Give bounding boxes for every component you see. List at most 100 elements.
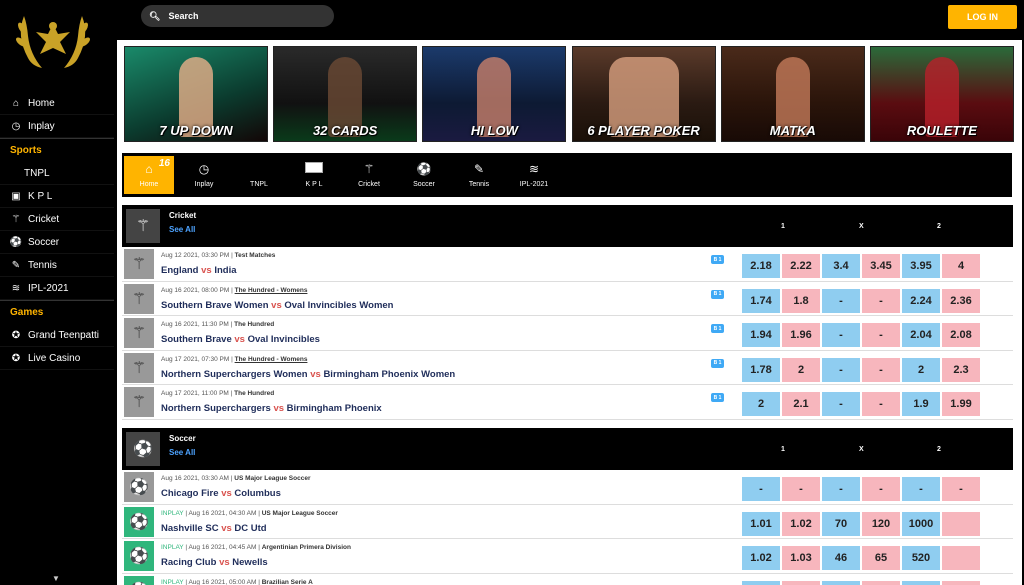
sidebar-item-ipl[interactable]: ≋ IPL-2021	[0, 277, 114, 300]
back-odds-button[interactable]: -	[902, 477, 940, 501]
tab-tnpl[interactable]: TNPL	[232, 153, 286, 197]
table-row[interactable]: ⚽ Aug 16 2021, 03:30 AM | US Major League…	[122, 470, 1013, 505]
table-row[interactable]: ⚽ INPLAY | Aug 16 2021, 04:45 AM | Argent…	[122, 539, 1013, 574]
league-link[interactable]: Brazilian Serie A	[262, 579, 313, 585]
lay-odds-button[interactable]: 4	[942, 254, 980, 278]
back-odds-button[interactable]: -	[822, 392, 860, 416]
back-odds-button[interactable]: 1.74	[742, 288, 780, 313]
match-teams[interactable]: Racing Club vs Newells	[161, 557, 268, 568]
lay-odds-button[interactable]: -	[862, 323, 900, 347]
banner-roulette[interactable]: ROULETTE	[869, 46, 1014, 142]
back-odds-button[interactable]: 3.4	[822, 254, 860, 278]
lay-odds-button[interactable]: -	[782, 477, 820, 501]
back-odds-button[interactable]: 2.04	[902, 323, 940, 347]
sidebar-item-kpl[interactable]: ▣ K P L	[0, 185, 114, 208]
back-odds-button[interactable]: 46	[822, 546, 860, 570]
banner-6-player-poker[interactable]: 6 PLAYER POKER	[571, 46, 716, 142]
back-odds-button[interactable]: -	[742, 477, 780, 501]
league-link[interactable]: The Hundred - Womens	[235, 287, 308, 294]
tab-kpl[interactable]: K P L	[287, 153, 341, 197]
back-odds-button[interactable]: 2.24	[902, 288, 940, 313]
back-odds-button[interactable]: 2	[902, 357, 940, 382]
sidebar-item-tennis[interactable]: ✎ Tennis	[0, 254, 114, 277]
see-all-link[interactable]: See All	[169, 448, 195, 457]
back-odds-button[interactable]: -	[822, 323, 860, 347]
table-row[interactable]: ⚽ INPLAY | Aug 16 2021, 05:00 AM | Brazil…	[122, 573, 1013, 585]
table-row[interactable]: ⚚ Aug 12 2021, 03:30 PM | Test Matches Eng…	[122, 247, 1013, 282]
lay-odds-button[interactable]: -	[942, 477, 980, 501]
table-row[interactable]: ⚚ Aug 16 2021, 08:00 PM | The Hundred - W…	[122, 281, 1013, 316]
lay-odds-button[interactable]: 2.36	[942, 288, 980, 313]
eagle-laurel-logo[interactable]	[12, 6, 94, 74]
lay-odds-button[interactable]	[862, 580, 900, 585]
back-odds-button[interactable]: 2	[742, 392, 780, 416]
tab-home[interactable]: 16 ⌂ Home	[124, 156, 174, 194]
sidebar-item-tnpl[interactable]: TNPL	[0, 162, 114, 185]
lay-odds-button[interactable]: 2.1	[782, 392, 820, 416]
league-link[interactable]: The Hundred - Womens	[235, 356, 308, 363]
back-odds-button[interactable]: 520	[902, 546, 940, 570]
match-teams[interactable]: Northern Superchargers Women vs Birmingh…	[161, 369, 455, 380]
back-odds-button[interactable]	[902, 580, 940, 585]
table-row[interactable]: ⚚ Aug 17 2021, 11:00 PM | The Hundred Nort…	[122, 385, 1013, 420]
back-odds-button[interactable]: 1.01	[742, 511, 780, 536]
league-link[interactable]: The Hundred	[234, 390, 274, 397]
back-odds-button[interactable]: 70	[822, 511, 860, 536]
tab-soccer[interactable]: ⚽ Soccer	[397, 153, 451, 197]
table-row[interactable]: ⚚ Aug 17 2021, 07:30 PM | The Hundred - W…	[122, 350, 1013, 385]
lay-odds-button[interactable]: 2.08	[942, 323, 980, 347]
banner-7-up-down[interactable]: 7 UP DOWN	[124, 46, 268, 142]
back-odds-button[interactable]: -	[822, 288, 860, 313]
login-button[interactable]: LOG IN	[948, 5, 1017, 29]
back-odds-button[interactable]: 1.9	[902, 392, 940, 416]
sidebar-item-inplay[interactable]: ◷ Inplay	[0, 115, 114, 138]
lay-odds-button[interactable]: 1.8	[782, 288, 820, 313]
tab-cricket[interactable]: ⚚ Cricket	[342, 153, 396, 197]
banner-32-cards[interactable]: 32 CARDS	[273, 46, 418, 142]
lay-odds-button[interactable]: 2	[782, 357, 820, 382]
lay-odds-button[interactable]: -	[862, 288, 900, 313]
banner-hi-low[interactable]: HI LOW	[422, 46, 567, 142]
league-link[interactable]: Argentinian Primera Division	[262, 544, 351, 551]
tab-tennis[interactable]: ✎ Tennis	[452, 153, 506, 197]
back-odds-button[interactable]: 1.94	[742, 323, 780, 347]
scroll-down-arrow-icon[interactable]: ▼	[52, 574, 60, 583]
back-odds-button[interactable]: -	[822, 357, 860, 382]
tab-ipl[interactable]: ≋ IPL-2021	[507, 153, 561, 197]
banner-matka[interactable]: MATKA	[720, 46, 865, 142]
search-input[interactable]: 🔍︎ Search	[141, 5, 334, 27]
back-odds-button[interactable]: 1000	[902, 511, 940, 536]
back-odds-button[interactable]	[822, 580, 860, 585]
sidebar-item-home[interactable]: ⌂ Home	[0, 92, 114, 115]
lay-odds-button[interactable]: -	[862, 357, 900, 382]
back-odds-button[interactable]: -	[822, 477, 860, 501]
back-odds-button[interactable]: 3.95	[902, 254, 940, 278]
lay-odds-button[interactable]	[942, 580, 980, 585]
lay-odds-button[interactable]	[942, 546, 980, 570]
lay-odds-button[interactable]: 1.96	[782, 323, 820, 347]
back-odds-button[interactable]: 2.18	[742, 254, 780, 278]
lay-odds-button[interactable]: 120	[862, 511, 900, 536]
see-all-link[interactable]: See All	[169, 225, 195, 234]
lay-odds-button[interactable]	[942, 511, 980, 536]
match-teams[interactable]: England vs India	[161, 265, 237, 276]
lay-odds-button[interactable]: 1.03	[782, 546, 820, 570]
sidebar-item-soccer[interactable]: ⚽ Soccer	[0, 231, 114, 254]
sidebar-item-cricket[interactable]: ⚚ Cricket	[0, 208, 114, 231]
back-odds-button[interactable]: 1.02	[742, 546, 780, 570]
match-teams[interactable]: Nashville SC vs DC Utd	[161, 523, 267, 534]
sidebar-item-grand-teenpatti[interactable]: ✪ Grand Teenpatti	[0, 324, 114, 347]
sidebar-item-live-casino[interactable]: ✪ Live Casino	[0, 347, 114, 370]
match-teams[interactable]: Northern Superchargers vs Birmingham Pho…	[161, 403, 382, 414]
lay-odds-button[interactable]: 1.02	[782, 511, 820, 536]
lay-odds-button[interactable]: 2.3	[942, 357, 980, 382]
tab-inplay[interactable]: ◷ Inplay	[177, 153, 231, 197]
match-teams[interactable]: Southern Brave vs Oval Invincibles	[161, 334, 320, 345]
lay-odds-button[interactable]: -	[862, 477, 900, 501]
match-teams[interactable]: Chicago Fire vs Columbus	[161, 488, 281, 499]
lay-odds-button[interactable]: 65	[862, 546, 900, 570]
lay-odds-button[interactable]: -	[862, 392, 900, 416]
lay-odds-button[interactable]	[782, 580, 820, 585]
league-link[interactable]: US Major League Soccer	[234, 475, 310, 482]
league-link[interactable]: US Major League Soccer	[262, 510, 338, 517]
